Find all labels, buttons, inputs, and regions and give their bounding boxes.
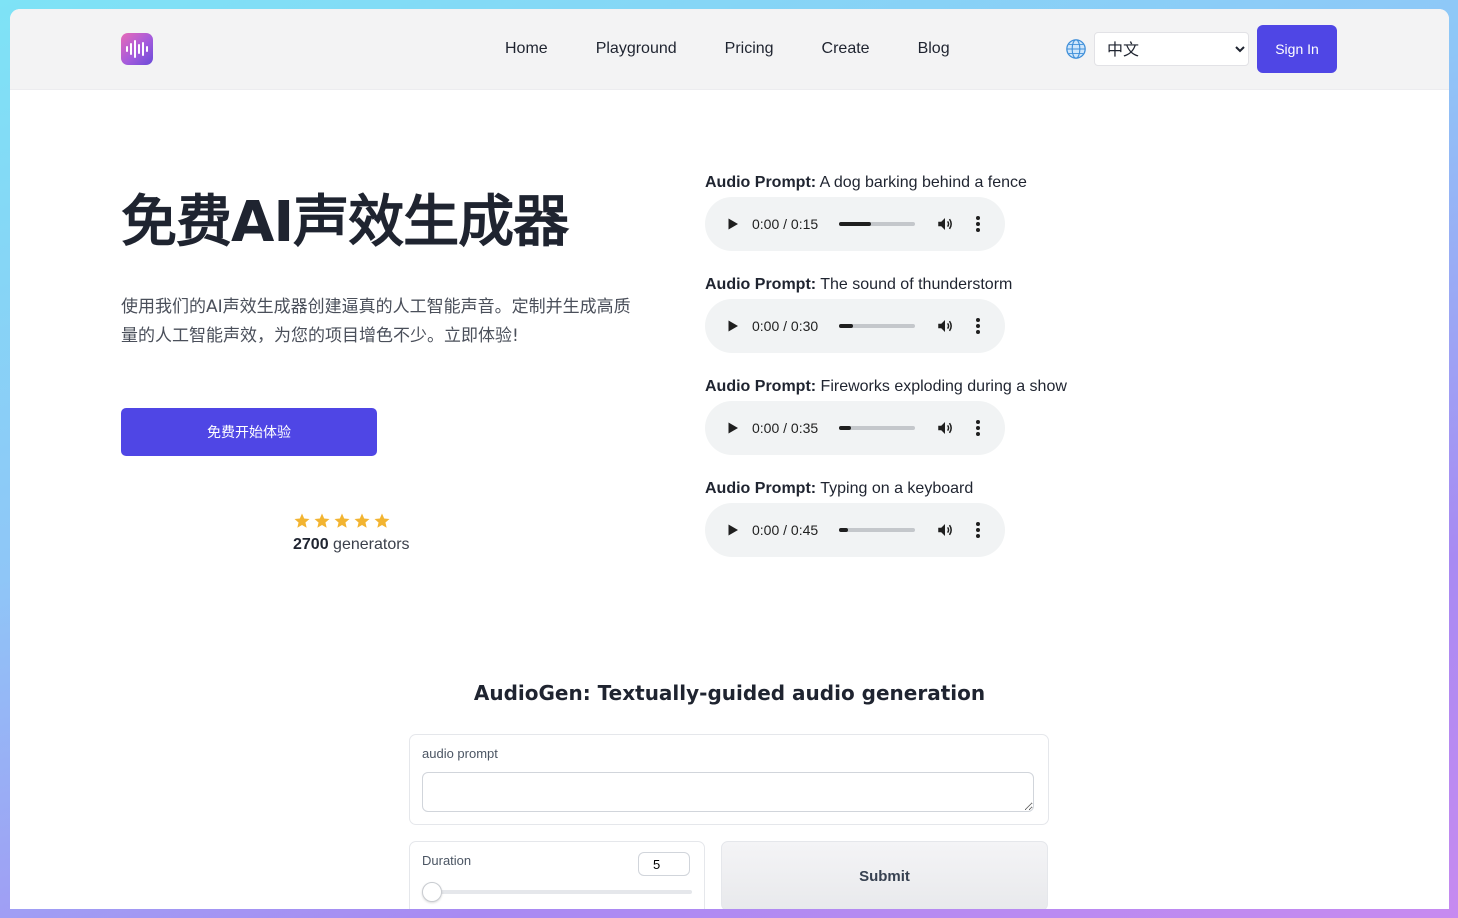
star-icon xyxy=(294,513,310,528)
audio-current-time: 0:00 xyxy=(752,216,780,232)
nav-link-create[interactable]: Create xyxy=(822,38,870,60)
audio-time: 0:00 / 0:15 xyxy=(752,216,819,232)
nav-link-pricing[interactable]: Pricing xyxy=(725,38,774,60)
globe-icon xyxy=(1066,39,1086,59)
audio-prompt-text: Audio Prompt: A dog barking behind a fen… xyxy=(705,174,1067,192)
audio-duration: 0:30 xyxy=(790,318,819,334)
audio-prompt-description: The sound of thunderstorm xyxy=(820,276,1013,293)
audiogen-title: AudioGen: Textually-guided audio generat… xyxy=(473,681,986,705)
audio-player[interactable]: 0:00 / 0:35 xyxy=(705,401,1005,455)
audio-progress-bar[interactable] xyxy=(839,426,915,430)
more-options-icon[interactable] xyxy=(975,419,981,437)
audio-time: 0:00 / 0:45 xyxy=(752,522,819,538)
audio-current-time: 0:00 xyxy=(752,522,780,538)
audio-progress-bar[interactable] xyxy=(839,324,915,328)
duration-slider-thumb[interactable] xyxy=(422,882,442,902)
sign-in-button[interactable]: Sign In xyxy=(1257,25,1337,73)
audio-prompt-text: Audio Prompt: Typing on a keyboard xyxy=(705,480,1067,498)
submit-button[interactable]: Submit xyxy=(721,841,1048,909)
nav-link-playground[interactable]: Playground xyxy=(596,38,677,60)
audio-time: 0:00 / 0:30 xyxy=(752,318,819,334)
star-icon xyxy=(314,513,330,528)
audio-progress-fill xyxy=(839,426,852,430)
audio-progress-fill xyxy=(839,324,853,328)
duration-slider-track[interactable] xyxy=(432,890,692,894)
audio-prompt-description: A dog barking behind a fence xyxy=(819,174,1027,191)
soundwave-icon[interactable] xyxy=(121,33,153,65)
audio-example: Audio Prompt: A dog barking behind a fen… xyxy=(705,174,1067,276)
audio-player[interactable]: 0:00 / 0:45 xyxy=(705,503,1005,557)
nav-link-blog[interactable]: Blog xyxy=(918,38,950,60)
hero-description: 使用我们的AI声效生成器创建逼真的人工智能声音。定制并生成高质量的人工智能声效，… xyxy=(121,297,631,346)
play-icon[interactable] xyxy=(727,524,739,536)
duration-panel: Duration xyxy=(409,841,705,909)
star-rating xyxy=(293,512,410,530)
audio-example: Audio Prompt: The sound of thunderstorm 0… xyxy=(705,276,1067,378)
audio-duration: 0:15 xyxy=(790,216,819,232)
audio-prompt-label: audio prompt xyxy=(422,746,498,761)
audio-current-time: 0:00 xyxy=(752,420,780,436)
audio-current-time: 0:00 xyxy=(752,318,780,334)
audio-examples: Audio Prompt: A dog barking behind a fen… xyxy=(705,174,1067,582)
volume-icon[interactable] xyxy=(936,215,954,233)
generators-number: 2700 xyxy=(293,536,329,553)
play-icon[interactable] xyxy=(727,320,739,332)
volume-icon[interactable] xyxy=(936,521,954,539)
star-icon xyxy=(374,513,390,528)
audio-prompt-prefix: Audio Prompt: xyxy=(705,480,817,497)
audio-prompt-description: Fireworks exploding during a show xyxy=(820,378,1067,395)
audio-player[interactable]: 0:00 / 0:30 xyxy=(705,299,1005,353)
audio-example: Audio Prompt: Fireworks exploding during… xyxy=(705,378,1067,480)
audio-player[interactable]: 0:00 / 0:15 xyxy=(705,197,1005,251)
audio-progress-bar[interactable] xyxy=(839,222,915,226)
audio-progress-fill xyxy=(839,222,871,226)
duration-label: Duration xyxy=(422,853,472,868)
audio-prompt-description: Typing on a keyboard xyxy=(820,480,974,497)
audio-progress-bar[interactable] xyxy=(839,528,915,532)
volume-icon[interactable] xyxy=(936,317,954,335)
main-nav: Home Playground Pricing Create Blog xyxy=(505,38,950,60)
audio-prompt-prefix: Audio Prompt: xyxy=(705,174,817,191)
audio-duration: 0:35 xyxy=(790,420,819,436)
more-options-icon[interactable] xyxy=(975,215,981,233)
audio-time: 0:00 / 0:35 xyxy=(752,420,819,436)
audio-progress-fill xyxy=(839,528,849,532)
browser-window: Home Playground Pricing Create Blog 中文 S… xyxy=(10,9,1449,909)
star-icon xyxy=(354,513,370,528)
start-free-button[interactable]: 免费开始体验 xyxy=(121,408,377,456)
nav-link-home[interactable]: Home xyxy=(505,38,548,60)
audio-prompt-input[interactable] xyxy=(422,772,1034,812)
hero-title: 免费AI声效生成器 xyxy=(121,190,569,255)
audio-prompt-text: Audio Prompt: Fireworks exploding during… xyxy=(705,378,1067,396)
duration-input[interactable] xyxy=(638,852,690,876)
language-select[interactable]: 中文 xyxy=(1094,32,1249,66)
play-icon[interactable] xyxy=(727,218,739,230)
audio-prompt-prefix: Audio Prompt: xyxy=(705,378,817,395)
star-icon xyxy=(334,513,350,528)
more-options-icon[interactable] xyxy=(975,521,981,539)
rating: 2700 generators xyxy=(293,512,410,554)
more-options-icon[interactable] xyxy=(975,317,981,335)
generators-count: 2700 generators xyxy=(293,536,410,554)
generators-label: generators xyxy=(333,536,410,553)
audio-duration: 0:45 xyxy=(790,522,819,538)
audio-prompt-prefix: Audio Prompt: xyxy=(705,276,817,293)
navbar: Home Playground Pricing Create Blog 中文 S… xyxy=(10,9,1449,90)
play-icon[interactable] xyxy=(727,422,739,434)
audio-example: Audio Prompt: Typing on a keyboard 0:00 /… xyxy=(705,480,1067,582)
volume-icon[interactable] xyxy=(936,419,954,437)
audio-prompt-text: Audio Prompt: The sound of thunderstorm xyxy=(705,276,1067,294)
audio-prompt-panel: audio prompt xyxy=(409,734,1049,825)
